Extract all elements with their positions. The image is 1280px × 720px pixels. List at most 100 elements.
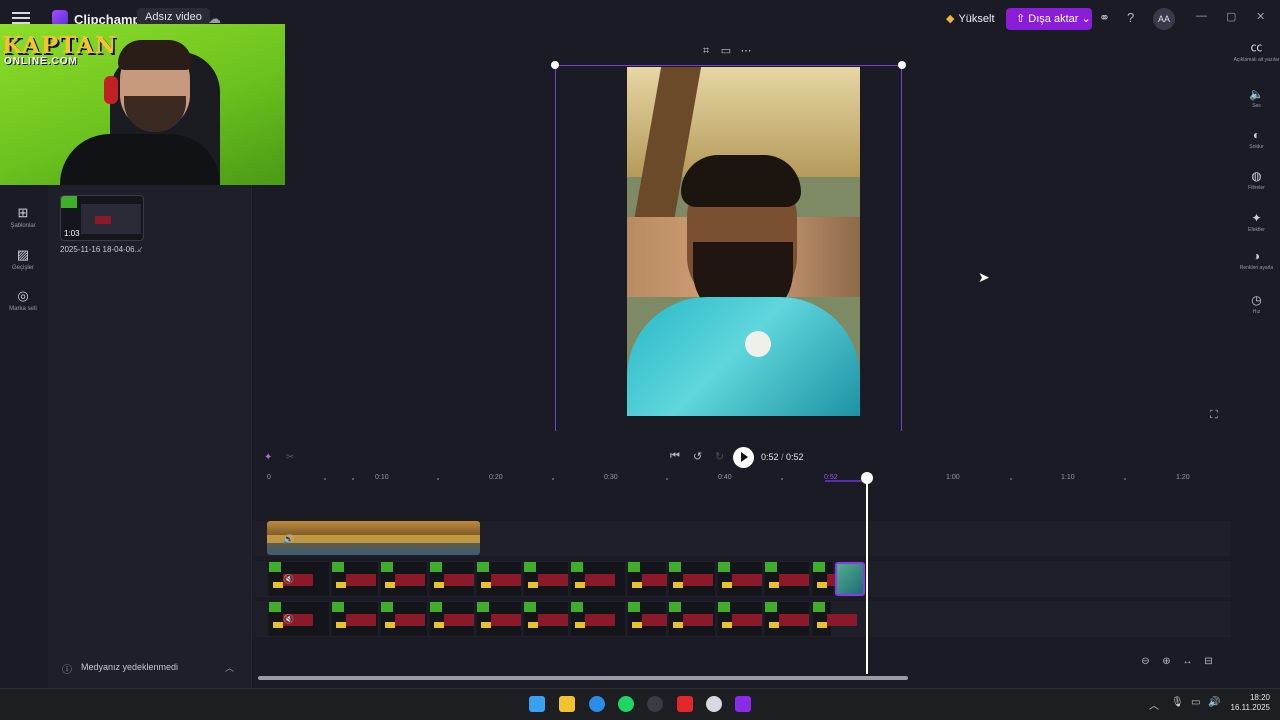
crop-icon[interactable]: ⌗ (696, 45, 716, 58)
diamond-icon: ◆ (946, 13, 955, 25)
timeline-clip[interactable] (569, 562, 625, 596)
timeline-clip[interactable] (763, 562, 809, 596)
tray-chevron-icon[interactable]: ︿ (1149, 697, 1159, 712)
zoom-out-icon[interactable]: ⊖ (1135, 656, 1156, 667)
rail-item-captions[interactable]: ㏄ Açıklamalı alt yazılar (1233, 38, 1280, 63)
backup-check-icon: ✓ (137, 245, 144, 254)
media-filename: 2025-11-16 18-04-06... (60, 245, 142, 254)
brand-logo-text: KAPTAN (2, 32, 117, 59)
more-icon[interactable]: ⋯ (736, 44, 756, 57)
timeline-clip[interactable] (522, 602, 568, 636)
preview-toolbar: ⌗ ▭ ⋯ (696, 41, 762, 59)
minimize-icon[interactable]: — (1196, 10, 1207, 22)
resize-handle[interactable] (898, 61, 906, 69)
timeline-clip[interactable] (475, 562, 521, 596)
share-icon[interactable]: ⚭ (1099, 10, 1110, 26)
timeline-clip[interactable] (667, 602, 715, 636)
microphone-icon[interactable]: 🎙 (1171, 697, 1184, 708)
rail-item-adjust-colors[interactable]: ◑ Renkleri ayarla (1233, 249, 1280, 271)
spotify-icon[interactable] (618, 696, 634, 712)
timeline-clip[interactable] (428, 562, 474, 596)
timeline-clip-image[interactable] (267, 521, 480, 555)
timeline-clip[interactable] (763, 602, 809, 636)
upgrade-button[interactable]: ◆ Yükselt (938, 8, 1003, 30)
start-icon[interactable] (529, 696, 545, 712)
transitions-icon: ▨ (16, 247, 30, 262)
rail-item-audio[interactable]: 🔈 Ses (1233, 87, 1280, 109)
network-icon[interactable]: ▭ (1191, 697, 1200, 708)
timeline-clip[interactable] (716, 562, 762, 596)
timeline-clip[interactable] (379, 602, 427, 636)
fade-icon: ◐ (1252, 128, 1261, 142)
help-icon[interactable]: ? (1127, 10, 1134, 25)
skip-back-icon[interactable]: ⏮ (670, 450, 680, 463)
timeline-clip[interactable] (267, 602, 329, 636)
timeline-clip[interactable] (569, 602, 625, 636)
avatar[interactable]: AA (1153, 8, 1175, 30)
fit-icon[interactable]: ▭ (716, 44, 736, 57)
ruler-dot (324, 478, 326, 480)
resize-handle[interactable] (551, 61, 559, 69)
timeline-clip[interactable] (330, 602, 378, 636)
brand-kit-icon: ◎ (17, 288, 29, 303)
magic-tool-icon[interactable]: ✦ (264, 452, 272, 463)
mute-icon[interactable]: 🔇 (283, 574, 294, 585)
clipchamp-taskbar-icon[interactable] (735, 696, 751, 712)
obs-icon[interactable] (647, 696, 663, 712)
brand-logo-subtext: ONLINE.COM (4, 56, 78, 67)
timeline-clip[interactable] (811, 602, 857, 636)
chevron-up-icon[interactable]: ︿ (225, 661, 234, 674)
ruler-dot (781, 478, 783, 480)
speaker-icon[interactable]: 🔊 (283, 534, 294, 545)
zoom-in-icon[interactable]: ⊕ (1156, 656, 1177, 667)
ruler-dot (1010, 478, 1012, 480)
taskbar-clock[interactable]: 18:20 16.11.2025 (1228, 693, 1270, 713)
media-app-icon[interactable] (677, 696, 693, 712)
sidebar-item-transitions[interactable]: ▨ Geçişler (0, 247, 46, 271)
volume-icon[interactable]: 🔊 (1208, 697, 1220, 708)
edge-icon[interactable] (589, 696, 605, 712)
templates-icon: ⊞ (17, 205, 29, 220)
timeline-clip[interactable] (267, 562, 329, 596)
sidebar-item-brand-kit[interactable]: ◎ Marka seti (0, 288, 46, 312)
backup-status-bar[interactable]: ⓘ Medyanız yedeklenmedi ︿ (56, 656, 244, 678)
timeline-clip[interactable] (667, 562, 715, 596)
timeline-scrollbar[interactable] (258, 676, 908, 680)
export-button[interactable]: ⇧ Dışa aktar ⌄ (1006, 8, 1092, 30)
rail-item-filters[interactable]: ◍ Filtreler (1233, 169, 1280, 191)
split-icon[interactable]: ✂ (286, 452, 294, 463)
sidebar-item-templates[interactable]: ⊞ Şablonlar (0, 205, 46, 229)
timeline-clip[interactable] (475, 602, 521, 636)
timeline-clip[interactable] (379, 562, 427, 596)
timeline-clip[interactable] (522, 562, 568, 596)
forward-icon[interactable]: ↻ (715, 450, 724, 463)
timeline-clip[interactable] (716, 602, 762, 636)
layout-icon[interactable]: ⊟ (1198, 656, 1219, 667)
fullscreen-icon[interactable]: ⛶ (1210, 409, 1218, 422)
play-button[interactable] (733, 447, 754, 468)
webcam-overlay: KAPTAN ONLINE.COM (0, 24, 285, 185)
timeline-clip[interactable] (811, 562, 857, 596)
rail-item-speed[interactable]: ◷ Hız (1233, 293, 1280, 315)
playhead[interactable] (866, 478, 868, 674)
ruler-tick: 0:40 (718, 474, 732, 481)
file-explorer-icon[interactable] (559, 696, 575, 712)
mute-icon[interactable]: 🔇 (283, 614, 294, 625)
maximize-icon[interactable]: ▢ (1226, 10, 1236, 23)
rail-item-fade[interactable]: ◐ Soldur (1233, 128, 1280, 150)
ruler-dot (666, 478, 668, 480)
filters-icon: ◍ (1251, 169, 1262, 183)
player-icon[interactable] (706, 696, 722, 712)
fit-timeline-icon[interactable]: ↔ (1177, 656, 1198, 667)
ruler-tick: 0 (267, 474, 271, 481)
timeline-clip[interactable] (626, 562, 672, 596)
selected-clip[interactable] (835, 562, 865, 596)
close-icon[interactable]: ✕ (1256, 10, 1265, 23)
timeline-clip[interactable] (330, 562, 378, 596)
rewind-icon[interactable]: ↺ (693, 450, 702, 463)
video-preview-frame[interactable] (627, 67, 860, 416)
timeline-clip[interactable] (428, 602, 474, 636)
playhead-handle[interactable] (861, 472, 873, 484)
timeline-clip[interactable] (626, 602, 672, 636)
rail-item-effects[interactable]: ✦ Efektler (1233, 211, 1280, 233)
